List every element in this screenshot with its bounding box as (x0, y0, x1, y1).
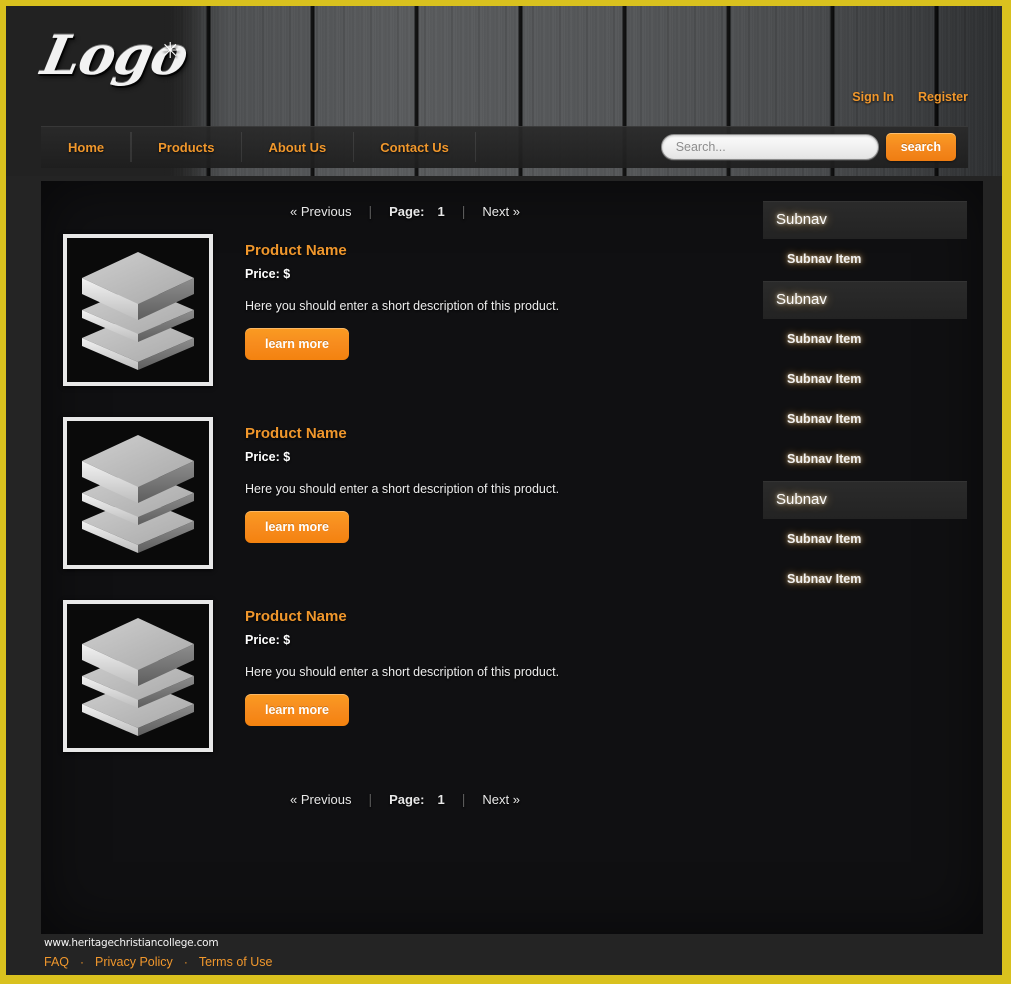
subnav-header[interactable]: Subnav (763, 481, 967, 519)
next-link-top[interactable]: Next » (465, 204, 537, 219)
search-input[interactable] (660, 134, 879, 160)
page-label-bottom: Page: (389, 791, 425, 807)
page-number-bottom: 1 (437, 791, 445, 807)
subnav-group: Subnav Subnav Item (763, 201, 967, 279)
learn-more-button[interactable]: learn more (245, 328, 349, 360)
product-price: Price: $ (245, 267, 291, 281)
subnav-item[interactable]: Subnav Item (763, 359, 967, 399)
footer-link-terms-of-use[interactable]: Terms of Use (199, 955, 273, 969)
subnav-item[interactable]: Subnav Item (763, 399, 967, 439)
account-links: Sign In Register (852, 90, 968, 104)
product-info: Product Name Price: $ Here you should en… (213, 600, 559, 726)
star-icon: ✳ (161, 38, 180, 63)
previous-link-bottom[interactable]: « Previous (273, 792, 368, 807)
product-info: Product Name Price: $ Here you should en… (213, 234, 559, 360)
stacked-layers-icon (82, 252, 194, 370)
page-shell: Logo ✳ Sign In Register Home Products Ab… (6, 6, 1002, 975)
nav-items: Home Products About Us Contact Us (41, 126, 476, 168)
product-price: Price: $ (245, 450, 291, 464)
search-area: search (660, 133, 956, 161)
nav-item-home[interactable]: Home (41, 126, 132, 168)
product-title: Product Name (245, 425, 347, 442)
stacked-layers-icon (82, 618, 194, 736)
next-link-bottom[interactable]: Next » (465, 792, 537, 807)
subnav-item[interactable]: Subnav Item (763, 559, 967, 599)
nav-item-products[interactable]: Products (131, 126, 241, 168)
learn-more-button[interactable]: learn more (245, 694, 349, 726)
product-description: Here you should enter a short descriptio… (245, 482, 560, 496)
footer-link-faq[interactable]: FAQ (44, 955, 69, 969)
site-logo[interactable]: Logo ✳ (36, 23, 193, 93)
product-title: Product Name (245, 242, 347, 259)
subnav-item[interactable]: Subnav Item (763, 239, 967, 279)
sidebar-subnav: Subnav Subnav Item Subnav Subnav Item Su… (763, 201, 967, 601)
product-description: Here you should enter a short descriptio… (245, 299, 560, 313)
page-number-top: 1 (437, 203, 445, 219)
product-title: Product Name (245, 608, 347, 625)
subnav-item[interactable]: Subnav Item (763, 439, 967, 479)
stacked-layers-icon (82, 435, 194, 553)
product-thumbnail[interactable] (63, 417, 213, 569)
subnav-item[interactable]: Subnav Item (763, 319, 967, 359)
product-description: Here you should enter a short descriptio… (245, 665, 560, 679)
subnav-group: Subnav Subnav Item Subnav Item (763, 481, 967, 599)
product-price: Price: $ (245, 633, 291, 647)
search-button[interactable]: search (885, 133, 956, 161)
site-footer: www.heritagechristiancollege.com FAQ · P… (6, 934, 1002, 975)
footer-separator: · (80, 955, 85, 969)
register-link[interactable]: Register (918, 90, 968, 104)
pagination-top: « Previous | Page: 1 | Next » (41, 181, 769, 229)
main-navbar: Home Products About Us Contact Us search (41, 126, 968, 168)
subnav-item[interactable]: Subnav Item (763, 519, 967, 559)
subnav-header[interactable]: Subnav (763, 281, 967, 319)
product-thumbnail[interactable] (63, 234, 213, 386)
product-item: Product Name Price: $ Here you should en… (41, 600, 983, 752)
page-label-top: Page: (389, 203, 425, 219)
footer-links: FAQ · Privacy Policy · Terms of Use (44, 955, 1002, 969)
sign-in-link[interactable]: Sign In (852, 90, 894, 104)
nav-item-contact-us[interactable]: Contact Us (353, 126, 476, 168)
nav-item-about-us[interactable]: About Us (241, 126, 353, 168)
pagination-bottom: « Previous | Page: 1 | Next » (41, 783, 769, 817)
learn-more-button[interactable]: learn more (245, 511, 349, 543)
subnav-group: Subnav Subnav Item Subnav Item Subnav It… (763, 281, 967, 479)
footer-site-url: www.heritagechristiancollege.com (44, 937, 219, 949)
content-panel: « Previous | Page: 1 | Next » Product Na… (41, 181, 983, 934)
footer-link-privacy-policy[interactable]: Privacy Policy (95, 955, 173, 969)
previous-link-top[interactable]: « Previous (273, 204, 368, 219)
site-header: Logo ✳ Sign In Register Home Products Ab… (6, 6, 1002, 176)
subnav-header[interactable]: Subnav (763, 201, 967, 239)
footer-separator: · (183, 955, 188, 969)
product-thumbnail[interactable] (63, 600, 213, 752)
product-info: Product Name Price: $ Here you should en… (213, 417, 559, 543)
